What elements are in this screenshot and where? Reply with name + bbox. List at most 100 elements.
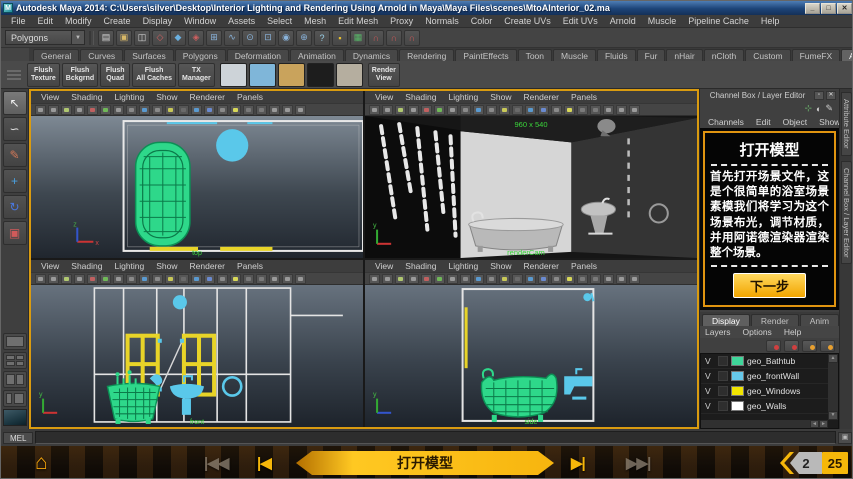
save-scene-icon[interactable]: ◫ bbox=[134, 30, 150, 46]
persp-view-thumbnail[interactable] bbox=[3, 409, 27, 426]
camera-attributes-icon[interactable] bbox=[61, 105, 72, 115]
viewport-rendercam-canvas[interactable]: y 960 x 540 renderCam bbox=[365, 116, 697, 258]
layer-list-vertical-scrollbar[interactable]: ▲ ▼ bbox=[828, 354, 838, 420]
layout-two-pane-button[interactable] bbox=[3, 371, 27, 388]
layer-color-swatch[interactable] bbox=[731, 401, 744, 411]
skip-to-start-button[interactable]: |◀◀ bbox=[204, 446, 228, 479]
select-object-icon[interactable]: ◆ bbox=[170, 30, 186, 46]
menu-item[interactable]: Edit bbox=[32, 16, 60, 26]
pin-panel-icon[interactable]: ▫ bbox=[814, 91, 824, 100]
shadows-icon[interactable] bbox=[178, 274, 189, 284]
new-scene-icon[interactable]: ▤ bbox=[98, 30, 114, 46]
shelf-tab[interactable]: FumeFX bbox=[792, 49, 841, 61]
layer-playback-toggle[interactable] bbox=[718, 371, 728, 381]
snap-point-icon[interactable]: ⊙ bbox=[242, 30, 258, 46]
layout-outliner-persp-button[interactable] bbox=[3, 390, 27, 407]
lighting-icon[interactable] bbox=[499, 274, 510, 284]
motion-blur-icon[interactable] bbox=[538, 105, 549, 115]
title-bar[interactable]: M Autodesk Maya 2014: C:\Users\silver\De… bbox=[1, 1, 853, 15]
select-camera-icon[interactable] bbox=[369, 105, 380, 115]
grease-pencil-icon[interactable] bbox=[113, 105, 124, 115]
xray-joints-icon[interactable] bbox=[256, 105, 267, 115]
next-step-button[interactable]: ▶| bbox=[571, 446, 585, 479]
select-tool[interactable]: ↖ bbox=[3, 91, 27, 115]
layer-color-swatch[interactable] bbox=[731, 371, 744, 381]
isolate-select-icon[interactable] bbox=[564, 105, 575, 115]
viewport-menu-item[interactable]: Show bbox=[485, 261, 516, 271]
scroll-up-icon[interactable]: ▲ bbox=[828, 354, 838, 363]
image-plane-icon[interactable] bbox=[421, 274, 432, 284]
lighting-icon[interactable] bbox=[165, 105, 176, 115]
selection-mask-dropdown[interactable]: Polygons ▼ bbox=[5, 30, 85, 45]
render-view-shelf-button[interactable]: Render View bbox=[368, 63, 400, 87]
viewport-menu-item[interactable]: Show bbox=[151, 92, 182, 102]
exposure-icon[interactable] bbox=[269, 274, 280, 284]
menu-item[interactable]: Mesh bbox=[298, 16, 332, 26]
gate-mask-icon[interactable] bbox=[295, 274, 306, 284]
shelf-button[interactable]: Flush Quad bbox=[100, 63, 130, 87]
grease-pencil-icon[interactable] bbox=[447, 274, 458, 284]
xray-joints-icon[interactable] bbox=[590, 274, 601, 284]
viewport-menu-item[interactable]: Renderer bbox=[519, 261, 564, 271]
textured-icon[interactable] bbox=[486, 105, 497, 115]
menu-item[interactable]: Muscle bbox=[642, 16, 683, 26]
shaded-icon[interactable] bbox=[473, 105, 484, 115]
snap-center-icon[interactable]: ⊕ bbox=[296, 30, 312, 46]
2d-pan-zoom-icon[interactable] bbox=[434, 274, 445, 284]
motion-blur-icon[interactable] bbox=[204, 274, 215, 284]
xyz-axis-icon[interactable]: ⊹ bbox=[804, 103, 812, 114]
tutorial-next-button[interactable]: 下一步 bbox=[733, 273, 806, 298]
camera-attributes-icon[interactable] bbox=[395, 105, 406, 115]
wireframe-icon[interactable] bbox=[126, 105, 137, 115]
lock-camera-icon[interactable] bbox=[382, 105, 393, 115]
shelf-tab[interactable]: Surfaces bbox=[124, 49, 174, 61]
isolate-select-icon[interactable] bbox=[230, 274, 241, 284]
layer-row[interactable]: V geo_Walls bbox=[701, 399, 828, 414]
viewport-menu-item[interactable]: Lighting bbox=[109, 92, 149, 102]
exposure-icon[interactable] bbox=[603, 274, 614, 284]
viewport-menu-item[interactable]: View bbox=[370, 261, 398, 271]
viewport-menu-item[interactable]: Lighting bbox=[109, 261, 149, 271]
select-camera-icon[interactable] bbox=[35, 274, 46, 284]
viewport-menu-item[interactable]: View bbox=[36, 92, 64, 102]
layout-single-pane-button[interactable] bbox=[3, 333, 27, 350]
lock-camera-icon[interactable] bbox=[48, 274, 59, 284]
viewport-menu-item[interactable]: Shading bbox=[66, 261, 107, 271]
gate-mask-icon[interactable] bbox=[629, 274, 640, 284]
isolate-select-icon[interactable] bbox=[564, 274, 575, 284]
select-component-icon[interactable]: ◈ bbox=[188, 30, 204, 46]
shelf-tab[interactable]: Deformation bbox=[227, 49, 289, 61]
layer-color-swatch[interactable] bbox=[731, 386, 744, 396]
viewport-menu-item[interactable]: View bbox=[36, 261, 64, 271]
menu-item[interactable]: File bbox=[5, 16, 32, 26]
layer-visibility-toggle[interactable]: V bbox=[705, 401, 715, 411]
shadows-icon[interactable] bbox=[512, 274, 523, 284]
script-editor-icon[interactable]: ▣ bbox=[838, 432, 852, 444]
shelf-tab[interactable]: Dynamics bbox=[345, 49, 398, 61]
menu-item[interactable]: Proxy bbox=[384, 16, 419, 26]
layout-four-pane-button[interactable] bbox=[3, 352, 27, 369]
shelf-tab[interactable]: nCloth bbox=[704, 49, 745, 61]
maximize-button[interactable]: □ bbox=[821, 3, 836, 14]
viewport-top-canvas[interactable]: x z top bbox=[31, 116, 363, 258]
lock-camera-icon[interactable] bbox=[382, 274, 393, 284]
snap-grid-icon[interactable]: ⊞ bbox=[206, 30, 222, 46]
layer-playback-toggle[interactable] bbox=[718, 386, 728, 396]
menu-item[interactable]: Pipeline Cache bbox=[682, 16, 755, 26]
channel-box-menu-item[interactable]: Channels bbox=[704, 117, 748, 127]
gate-mask-icon[interactable] bbox=[629, 105, 640, 115]
area-light-thumb[interactable] bbox=[220, 63, 247, 87]
layer-visibility-toggle[interactable]: V bbox=[705, 386, 715, 396]
move-layer-down-icon[interactable] bbox=[784, 340, 799, 352]
viewport-menu-item[interactable]: Panels bbox=[232, 92, 268, 102]
snap-plane-icon[interactable]: ⊡ bbox=[260, 30, 276, 46]
viewport-menu-item[interactable]: Panels bbox=[566, 92, 602, 102]
bookmark-icon[interactable] bbox=[74, 274, 85, 284]
layer-editor-tab[interactable]: Anim bbox=[800, 314, 839, 326]
close-button[interactable]: ✕ bbox=[837, 3, 852, 14]
shelf-tab[interactable]: Fluids bbox=[597, 49, 636, 61]
shelf-tab[interactable]: Curves bbox=[80, 49, 123, 61]
channel-box-menu-item[interactable]: Edit bbox=[752, 117, 775, 127]
layer-editor-menu-item[interactable]: Help bbox=[779, 327, 806, 337]
highlight-selection-icon[interactable]: ▦ bbox=[350, 30, 366, 46]
